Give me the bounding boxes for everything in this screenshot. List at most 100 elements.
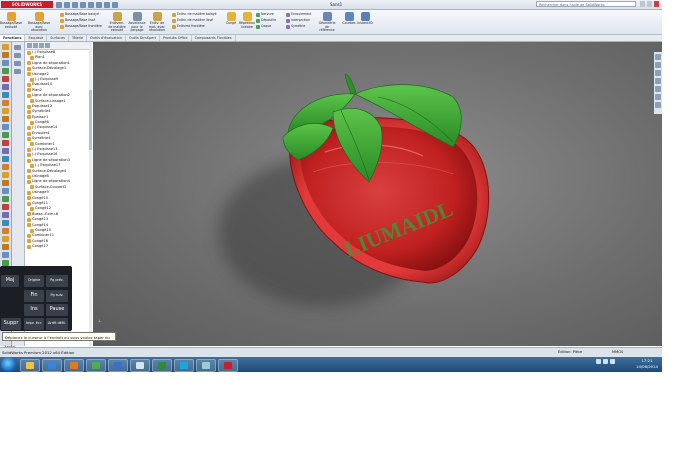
taskbar-app-excel[interactable] <box>152 359 172 372</box>
revolve-button[interactable]: Bossage/Base avec révolution <box>28 12 50 33</box>
hole-wizard-button[interactable]: Assistance pour le perçage <box>128 12 146 33</box>
maximize-button[interactable] <box>647 1 652 7</box>
network-icon[interactable] <box>596 359 601 364</box>
appearances-icon[interactable] <box>655 86 661 92</box>
instant3d-button[interactable]: Instant3D <box>356 12 374 26</box>
keyboard-key[interactable]: Impr. écr. <box>24 318 44 330</box>
resources-icon[interactable] <box>655 54 661 60</box>
options-icon[interactable] <box>112 1 118 8</box>
configuration-manager-tab-icon[interactable] <box>14 61 21 66</box>
tool-icon[interactable] <box>2 180 9 186</box>
tool-icon[interactable] <box>2 220 9 226</box>
tool-icon[interactable] <box>2 52 9 58</box>
taskbar-app-media[interactable] <box>64 359 84 372</box>
tool-icon[interactable] <box>2 44 9 50</box>
keyboard-key[interactable]: Ins <box>24 304 44 316</box>
file-explorer-icon[interactable] <box>655 70 661 76</box>
clock[interactable]: 17:21 14/06/2014 <box>632 358 662 370</box>
tree-scrollbar-thumb[interactable] <box>89 90 92 150</box>
tab-7[interactable]: Composants Flexibles <box>192 35 236 41</box>
tool-icon[interactable] <box>2 252 9 258</box>
tool-icon[interactable] <box>2 196 9 202</box>
ribbon-small-button[interactable]: Dépouille <box>256 18 276 23</box>
tool-icon[interactable] <box>2 92 9 98</box>
minimize-button[interactable] <box>640 1 645 7</box>
taskbar-app-tool[interactable] <box>196 359 216 372</box>
tool-icon[interactable] <box>2 124 9 130</box>
keyboard-key[interactable]: Pg préc. <box>46 275 68 287</box>
tool-icon[interactable] <box>2 228 9 234</box>
ribbon-small-button[interactable]: Enlèv. de matière lissé <box>172 18 213 23</box>
keyboard-key[interactable]: Maj <box>1 275 19 287</box>
select-icon[interactable] <box>96 1 102 8</box>
taskbar-app-explorer[interactable] <box>20 359 40 372</box>
design-library-icon[interactable] <box>655 62 661 68</box>
tool-icon[interactable] <box>2 212 9 218</box>
tab-1[interactable]: Esquisse <box>25 35 48 41</box>
tab-0[interactable]: Fonctions <box>0 35 26 41</box>
tab-6[interactable]: Produits Office <box>160 35 192 41</box>
taskbar-app-chrome[interactable] <box>86 359 106 372</box>
taskbar-app-tablet[interactable] <box>130 359 150 372</box>
undo-icon[interactable] <box>88 1 94 8</box>
open-icon[interactable] <box>64 1 70 8</box>
graphics-viewport[interactable]: LIUMAIDL <box>93 42 662 346</box>
filter-icon[interactable] <box>27 43 32 48</box>
keyboard-key[interactable]: Origine <box>24 275 44 287</box>
ribbon-small-button[interactable]: Bossage/Base lissé <box>60 18 95 23</box>
close-button[interactable] <box>654 1 659 7</box>
ribbon-small-button[interactable]: Intersection <box>286 18 310 23</box>
forum-icon[interactable] <box>655 102 661 108</box>
ribbon-small-button[interactable]: Enlèv. de matière balayé <box>172 12 217 17</box>
volume-icon[interactable] <box>603 359 608 364</box>
tool-icon[interactable] <box>2 236 9 242</box>
tool-icon[interactable] <box>2 76 9 82</box>
tree-view-icon[interactable] <box>33 43 38 48</box>
cut-extrude-button[interactable]: Enlèvem. de matière extrudé <box>108 12 126 33</box>
tool-icon[interactable] <box>2 108 9 114</box>
taskbar-app-ie[interactable] <box>42 359 62 372</box>
keyboard-key[interactable]: Pg suiv. <box>46 290 68 302</box>
tool-icon[interactable] <box>2 188 9 194</box>
ribbon-small-button[interactable]: Nervure <box>256 12 274 17</box>
property-manager-tab-icon[interactable] <box>14 53 21 58</box>
tab-3[interactable]: Tôlerie <box>69 35 88 41</box>
tree-node[interactable]: Congé17 <box>25 244 89 249</box>
app-logo[interactable]: SOLIDWORKS <box>1 1 53 8</box>
tool-icon[interactable] <box>2 60 9 66</box>
ribbon-small-button[interactable]: Enlèvmt frontière <box>172 24 205 29</box>
ribbon-small-button[interactable]: Enroulement <box>286 12 311 17</box>
tool-icon[interactable] <box>2 172 9 178</box>
tool-icon[interactable] <box>2 132 9 138</box>
view-palette-icon[interactable] <box>655 78 661 84</box>
start-button[interactable] <box>1 357 16 372</box>
help-search-input[interactable]: Rechercher dans l'aide de SolidWorks <box>536 1 636 7</box>
taskbar-app-messenger[interactable] <box>108 359 128 372</box>
dimxpert-manager-tab-icon[interactable] <box>14 69 21 74</box>
taskbar-app-skype[interactable] <box>174 359 194 372</box>
tool-icon[interactable] <box>2 164 9 170</box>
custom-properties-icon[interactable] <box>655 94 661 100</box>
tab-2[interactable]: Surfaces <box>47 35 69 41</box>
ribbon-small-button[interactable]: Coque <box>256 24 271 29</box>
config-icon[interactable] <box>45 43 50 48</box>
tab-5[interactable]: Outils DimXpert <box>126 35 160 41</box>
feature-manager-tab-icon[interactable] <box>14 45 21 50</box>
tool-icon[interactable] <box>2 156 9 162</box>
keyboard-key[interactable]: Suppr <box>1 318 21 330</box>
cut-revolve-button[interactable]: Enlèv. de mat. avec révolution <box>148 12 166 33</box>
tool-icon[interactable] <box>2 244 9 250</box>
property-icon[interactable] <box>39 43 44 48</box>
save-icon[interactable] <box>72 1 78 8</box>
tree-scrollbar[interactable] <box>89 42 92 346</box>
keyboard-key[interactable]: Arrêt défil. <box>46 318 68 330</box>
tool-icon[interactable] <box>2 140 9 146</box>
keyboard-key[interactable]: Fin <box>24 290 44 302</box>
print-icon[interactable] <box>80 1 86 8</box>
status-units[interactable]: MMGS <box>612 349 623 356</box>
tool-icon[interactable] <box>2 204 9 210</box>
new-icon[interactable] <box>56 1 62 8</box>
ribbon-small-button[interactable]: Bossage/Base balayé <box>60 12 99 17</box>
tool-icon[interactable] <box>2 68 9 74</box>
linear-pattern-button[interactable]: Répétition linéaire <box>238 12 256 29</box>
